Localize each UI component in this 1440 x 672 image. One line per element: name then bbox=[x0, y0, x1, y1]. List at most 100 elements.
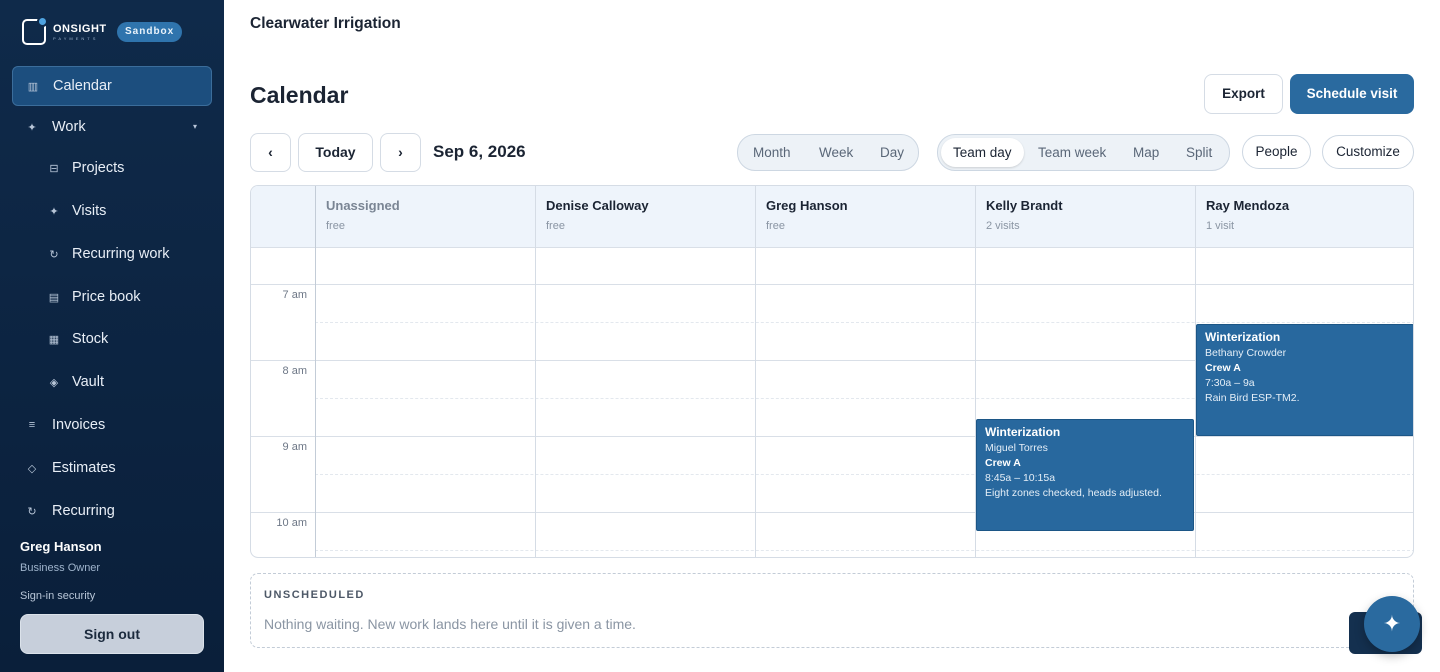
time-label: 8 am bbox=[282, 365, 307, 377]
sidebar-item-recurring-work[interactable]: ↻ Recurring work bbox=[46, 244, 170, 264]
customize-button[interactable]: Customize bbox=[1322, 135, 1414, 169]
sidebar-item-invoices[interactable]: ≡ Invoices bbox=[24, 415, 105, 435]
column-unassigned[interactable]: Unassigned free bbox=[315, 186, 535, 247]
sidebar-item-label: Estimates bbox=[52, 460, 116, 476]
sidebar-item-estimates[interactable]: ◇ Estimates bbox=[24, 458, 116, 478]
view-day[interactable]: Day bbox=[880, 135, 904, 170]
sidebar-item-recurring[interactable]: ↻ Recurring bbox=[24, 501, 115, 521]
time-label: 9 am bbox=[282, 441, 307, 453]
sidebar-item-stock[interactable]: ▦ Stock bbox=[46, 329, 108, 349]
page-title: Calendar bbox=[250, 82, 349, 108]
column-name: Denise Calloway bbox=[546, 198, 649, 213]
view-month[interactable]: Month bbox=[753, 135, 791, 170]
user-role: Business Owner bbox=[20, 562, 101, 574]
prev-button[interactable]: ‹ bbox=[250, 133, 291, 172]
diamond-icon: ◈ bbox=[49, 376, 59, 389]
column-divider bbox=[315, 186, 316, 557]
unscheduled-message: Nothing waiting. New work lands here unt… bbox=[264, 616, 636, 632]
sidebar-item-work[interactable]: ✦ Work bbox=[24, 117, 86, 137]
hour-line bbox=[251, 436, 1413, 437]
sidebar-item-visits[interactable]: ✦ Visits bbox=[46, 201, 106, 221]
view-team-week[interactable]: Team week bbox=[1038, 135, 1106, 170]
column-ray-mendoza[interactable]: Ray Mendoza 1 visit bbox=[1195, 186, 1413, 247]
event-crew: Crew A bbox=[985, 457, 1021, 469]
column-divider bbox=[535, 186, 536, 557]
sidebar-item-label: Projects bbox=[72, 160, 125, 176]
column-kelly-brandt[interactable]: Kelly Brandt 2 visits bbox=[975, 186, 1195, 247]
today-button[interactable]: Today bbox=[298, 133, 373, 172]
event-crew: Crew A bbox=[1205, 362, 1241, 374]
view-split[interactable]: Split bbox=[1186, 135, 1212, 170]
app: ONSIGHT PAYMENTS Sandbox ▥ Calendar ✦ Wo… bbox=[0, 0, 1440, 672]
event-customer: Bethany Crowder bbox=[1205, 347, 1287, 359]
brand-name: ONSIGHT bbox=[53, 22, 107, 35]
visit-event-ray-mendoza[interactable]: Winterization Bethany Crowder Crew A 7:3… bbox=[1196, 324, 1413, 436]
half-hour-line bbox=[315, 322, 1413, 323]
column-status: free bbox=[326, 220, 345, 232]
schedule-visit-button[interactable]: Schedule visit bbox=[1290, 74, 1414, 114]
unscheduled-dropzone[interactable]: UNSCHEDULED Nothing waiting. New work la… bbox=[250, 573, 1414, 648]
time-label: 10 am bbox=[276, 517, 307, 529]
view-map[interactable]: Map bbox=[1133, 135, 1159, 170]
column-status: free bbox=[766, 220, 785, 232]
sidebar-item-label: Visits bbox=[72, 203, 107, 219]
view-team-day[interactable]: Team day bbox=[941, 138, 1024, 167]
sidebar-item-label: Recurring bbox=[52, 503, 115, 519]
list-icon: ≡ bbox=[28, 419, 36, 431]
refresh-icon: ↻ bbox=[27, 505, 37, 518]
sidebar-item-projects[interactable]: ⊟ Projects bbox=[46, 158, 124, 178]
half-hour-line bbox=[315, 474, 1413, 475]
column-status: free bbox=[546, 220, 565, 232]
event-customer: Miguel Torres bbox=[985, 442, 1048, 454]
event-title: Winterization bbox=[985, 425, 1061, 439]
sidebar: ONSIGHT PAYMENTS Sandbox ▥ Calendar ✦ Wo… bbox=[0, 0, 224, 672]
column-greg-hanson[interactable]: Greg Hanson free bbox=[755, 186, 975, 247]
next-button[interactable]: › bbox=[380, 133, 421, 172]
view-mode-toggle: Month Week Day bbox=[737, 134, 919, 171]
time-label: 7 am bbox=[282, 289, 307, 301]
box-icon: ▦ bbox=[48, 333, 60, 346]
sidebar-item-label: Vault bbox=[72, 374, 104, 390]
current-date: Sep 6, 2026 bbox=[433, 142, 526, 161]
sidebar-item-label: Calendar bbox=[53, 78, 112, 94]
chevron-down-icon[interactable]: ▾ bbox=[193, 122, 197, 131]
column-name: Ray Mendoza bbox=[1206, 198, 1290, 213]
sign-out-button[interactable]: Sign out bbox=[20, 614, 204, 654]
assistant-button[interactable]: ✦ bbox=[1364, 596, 1420, 652]
sidebar-item-vault[interactable]: ◈ Vault bbox=[46, 372, 104, 392]
hour-line bbox=[251, 512, 1413, 513]
brand-tagline: PAYMENTS bbox=[53, 35, 99, 41]
column-name: Unassigned bbox=[326, 198, 400, 213]
column-denise-calloway[interactable]: Denise Calloway free bbox=[535, 186, 755, 247]
calendar-grid-icon: ▥ bbox=[27, 80, 39, 93]
people-button[interactable]: People bbox=[1242, 135, 1311, 169]
env-badge: Sandbox bbox=[117, 22, 183, 42]
export-button[interactable]: Export bbox=[1204, 74, 1283, 114]
folder-icon: ⊟ bbox=[49, 162, 59, 175]
sidebar-item-label: Recurring work bbox=[72, 246, 170, 262]
sparkle-icon: ✦ bbox=[27, 121, 37, 134]
brand-logo[interactable]: ONSIGHT PAYMENTS bbox=[22, 16, 107, 46]
visit-event-kelly-brandt[interactable]: Winterization Miguel Torres Crew A 8:45a… bbox=[976, 419, 1194, 531]
sidebar-item-label: Invoices bbox=[52, 417, 106, 433]
column-status: 2 visits bbox=[986, 220, 1020, 232]
sidebar-item-label: Price book bbox=[72, 289, 141, 305]
company-name: Clearwater Irrigation bbox=[250, 15, 401, 32]
user-name: Greg Hanson bbox=[20, 539, 102, 554]
diamond-outline-icon: ◇ bbox=[27, 462, 37, 475]
team-day-calendar: Unassigned free Denise Calloway free Gre… bbox=[250, 185, 1414, 558]
sidebar-item-calendar[interactable]: ▥ Calendar bbox=[12, 66, 212, 106]
sidebar-item-label: Stock bbox=[72, 331, 109, 347]
team-mode-toggle: Team day Team week Map Split bbox=[937, 134, 1230, 171]
event-note: Rain Bird ESP-TM2. bbox=[1205, 392, 1300, 404]
column-name: Greg Hanson bbox=[766, 198, 848, 213]
column-divider bbox=[755, 186, 756, 557]
sign-in-security-link[interactable]: Sign-in security bbox=[20, 590, 95, 602]
sparkle-icon: ✦ bbox=[49, 205, 59, 218]
sidebar-item-price-book[interactable]: ▤ Price book bbox=[46, 287, 141, 307]
view-week[interactable]: Week bbox=[819, 135, 853, 170]
refresh-icon: ↻ bbox=[49, 248, 59, 261]
event-time: 8:45a – 10:15a bbox=[985, 472, 1056, 484]
event-time: 7:30a – 9a bbox=[1205, 377, 1255, 389]
sidebar-item-label: Work bbox=[52, 119, 86, 135]
